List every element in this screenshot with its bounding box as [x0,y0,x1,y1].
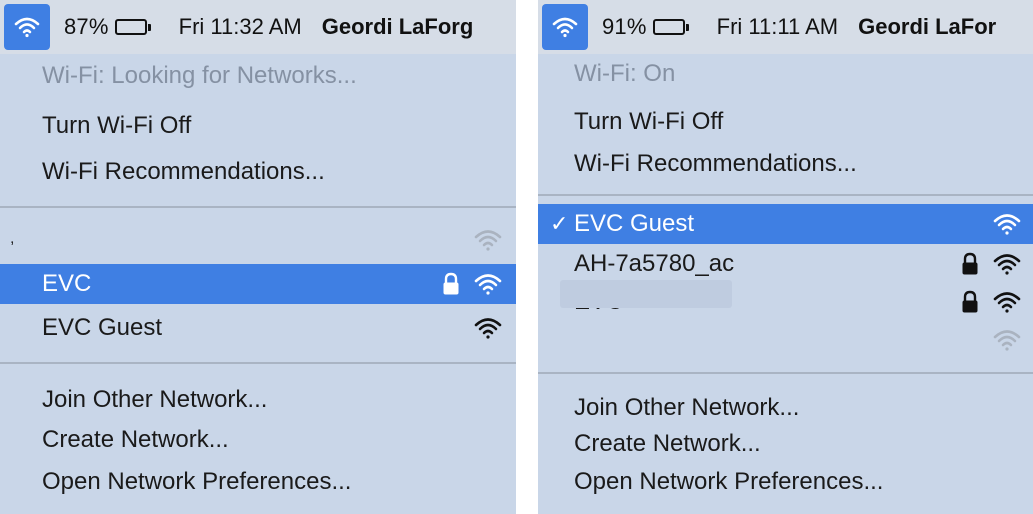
wifi-dropdown-menu: Wi-Fi: On Turn Wi-Fi Off Wi-Fi Recommend… [538,54,1033,514]
wifi-signal-icon [993,212,1021,236]
clock[interactable]: Fri 11:11 AM [717,14,838,40]
wifi-status: Wi-Fi: On [538,54,1033,94]
separator [538,372,1033,374]
checkmark-icon: ✓ [550,211,569,236]
join-other-network-item[interactable]: Join Other Network... [0,380,516,420]
battery-percentage[interactable]: 91% [602,14,647,40]
network-item-evc-guest[interactable]: EVC Guest [0,308,516,348]
left-wifi-menu-screenshot: 87% Fri 11:32 AM Geordi LaForg Wi-Fi: Lo… [0,0,516,514]
create-network-item[interactable]: Create Network... [0,420,516,460]
wifi-recommendations-label: Wi-Fi Recommendations... [42,158,325,185]
turn-wifi-off-item[interactable]: Turn Wi-Fi Off [538,102,1033,142]
wifi-signal-icon [993,290,1021,314]
network-name: EVC Guest [574,210,695,237]
lock-icon [961,252,979,276]
menu-bar: 91% Fri 11:11 AM Geordi LaFor [538,0,1033,54]
join-other-network-item[interactable]: Join Other Network... [538,388,1033,428]
redacted-network-name [560,280,732,308]
create-network-item[interactable]: Create Network... [538,424,1033,464]
network-name: AH-7a5780_ac [574,250,735,277]
open-network-preferences-item[interactable]: Open Network Preferences... [0,462,516,502]
partial-text-mark: , [10,230,15,247]
wifi-signal-weak-icon [993,328,1021,352]
lock-icon [442,272,460,296]
lock-icon [961,290,979,314]
wifi-recommendations-item[interactable]: Wi-Fi Recommendations... [538,144,1033,184]
separator [0,362,516,364]
battery-icon[interactable] [652,19,689,35]
open-network-preferences-label: Open Network Preferences... [42,468,352,495]
turn-wifi-off-label: Turn Wi-Fi Off [574,108,724,135]
create-network-label: Create Network... [574,430,761,457]
wifi-recommendations-label: Wi-Fi Recommendations... [574,150,857,177]
create-network-label: Create Network... [42,426,229,453]
wifi-dropdown-menu: Wi-Fi: Looking for Networks... Turn Wi-F… [0,54,516,514]
wifi-status-label: Wi-Fi: Looking for Networks... [42,62,357,89]
wifi-signal-weak-icon [474,228,502,252]
battery-icon[interactable] [114,19,151,35]
menu-bar: 87% Fri 11:32 AM Geordi LaForg [0,0,516,54]
network-item-ah-7a5780-ac[interactable]: AH-7a5780_ac [538,244,1033,284]
network-item-hidden[interactable]: , [0,220,516,260]
wifi-menu-extra[interactable] [4,4,50,50]
wifi-signal-icon [474,316,502,340]
wifi-status: Wi-Fi: Looking for Networks... [0,56,516,96]
turn-wifi-off-item[interactable]: Turn Wi-Fi Off [0,106,516,146]
separator [0,206,516,208]
join-other-network-label: Join Other Network... [42,386,268,413]
turn-wifi-off-label: Turn Wi-Fi Off [42,112,192,139]
wifi-signal-icon [993,252,1021,276]
user-menu[interactable]: Geordi LaForg [322,14,474,40]
wifi-menu-extra[interactable] [542,4,588,50]
separator [538,194,1033,196]
wifi-icon [552,16,578,38]
open-network-preferences-label: Open Network Preferences... [574,468,884,495]
network-name: EVC Guest [42,314,163,341]
wifi-recommendations-item[interactable]: Wi-Fi Recommendations... [0,152,516,192]
battery-percentage[interactable]: 87% [64,14,109,40]
network-name: EVC [42,270,92,297]
wifi-status-label: Wi-Fi: On [574,60,676,87]
user-menu[interactable]: Geordi LaFor [858,14,996,40]
clock[interactable]: Fri 11:32 AM [179,14,302,40]
wifi-signal-icon [474,272,502,296]
wifi-icon [14,16,40,38]
right-wifi-menu-screenshot: 91% Fri 11:11 AM Geordi LaFor Wi-Fi: On … [536,0,1033,514]
network-item-evc-guest[interactable]: ✓ EVC Guest [538,204,1033,244]
network-item-evc[interactable]: EVC [0,264,516,304]
network-item-hidden[interactable] [538,320,1033,360]
open-network-preferences-item[interactable]: Open Network Preferences... [538,462,1033,502]
join-other-network-label: Join Other Network... [574,394,800,421]
